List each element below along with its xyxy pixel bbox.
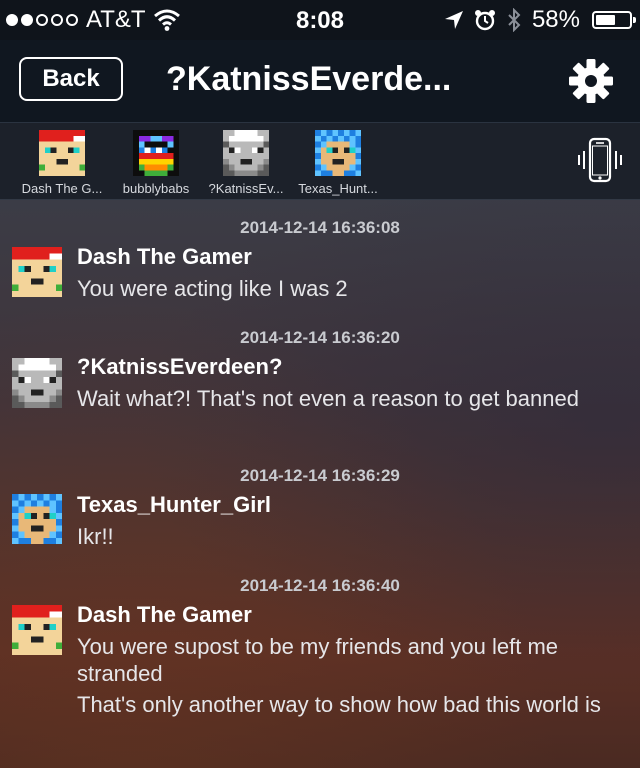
message-sender: ?KatnissEverdeen? xyxy=(77,354,283,379)
message-line: That's only another way to show how bad … xyxy=(77,692,601,717)
status-right: 58% xyxy=(444,6,636,33)
battery-icon xyxy=(592,11,636,29)
alarm-clock-icon xyxy=(474,10,495,31)
avatar-pixels xyxy=(39,130,85,176)
message-timestamp: 2014-12-14 16:36:29 xyxy=(240,466,400,485)
message-sender: Dash The Gamer xyxy=(77,244,252,269)
signal-dot xyxy=(21,14,33,26)
message-sender: Dash The Gamer xyxy=(77,602,252,627)
battery-level xyxy=(596,15,615,25)
status-bar: AT&T 8:08 58% xyxy=(0,0,640,40)
back-button[interactable]: Back xyxy=(19,57,123,101)
avatar-pixels xyxy=(12,358,62,408)
chat-transcript[interactable]: 2014-12-14 16:36:08 Dash The Gamer You w… xyxy=(0,200,640,768)
phone-vibrate-icon[interactable] xyxy=(576,137,624,185)
participant-item[interactable]: ?KatnissEv... xyxy=(201,130,291,196)
participant-name: bubblybabs xyxy=(122,181,190,196)
participant-name: Dash The G... xyxy=(21,181,103,196)
signal-dot xyxy=(66,14,78,26)
message-line: Wait what?! That's not even a reason to … xyxy=(77,386,579,411)
avatar[interactable] xyxy=(12,494,62,544)
message-timestamp: 2014-12-14 16:36:20 xyxy=(240,328,400,347)
participant-item[interactable]: Texas_Hunt... xyxy=(293,130,383,196)
bluetooth-icon xyxy=(508,8,521,32)
message-body: Ikr!! xyxy=(77,523,622,550)
participant-item[interactable]: bubblybabs xyxy=(111,130,201,196)
participant-item[interactable]: Dash The G... xyxy=(17,130,107,196)
avatar xyxy=(39,130,85,176)
avatar[interactable] xyxy=(12,605,62,655)
signal-dot xyxy=(51,14,63,26)
message-body: Wait what?! That's not even a reason to … xyxy=(77,385,622,412)
message-line: Ikr!! xyxy=(77,524,114,549)
message-body: You were acting like I was 2 xyxy=(77,275,622,302)
gear-icon[interactable] xyxy=(568,58,614,104)
page-title: ?KatnissEverde... xyxy=(166,60,452,98)
message-sender: Texas_Hunter_Girl xyxy=(77,492,272,517)
avatar[interactable] xyxy=(12,358,62,408)
message-body: You were supost to be my friends and you… xyxy=(77,633,622,718)
participants-bar: Dash The G... bubblybabs ?KatnissEv... T… xyxy=(0,123,640,200)
avatar-pixels xyxy=(133,130,179,176)
carrier-name: AT&T xyxy=(86,6,146,33)
avatar xyxy=(133,130,179,176)
battery-percent: 58% xyxy=(531,6,580,33)
message-timestamp: 2014-12-14 16:36:08 xyxy=(240,218,400,237)
participant-name: Texas_Hunt... xyxy=(298,181,378,196)
signal-dot xyxy=(6,14,18,26)
message-line: You were supost to be my friends and you… xyxy=(77,634,559,686)
location-arrow-icon xyxy=(444,11,463,29)
avatar xyxy=(223,130,269,176)
avatar-pixels xyxy=(12,247,62,297)
avatar[interactable] xyxy=(12,247,62,297)
signal-dot xyxy=(36,14,48,26)
avatar-pixels xyxy=(12,494,62,544)
message-timestamp: 2014-12-14 16:36:40 xyxy=(240,576,400,595)
status-left: AT&T xyxy=(6,6,180,33)
signal-strength-indicator xyxy=(6,14,78,26)
participant-name: ?KatnissEv... xyxy=(208,181,284,196)
avatar-pixels xyxy=(12,605,62,655)
avatar xyxy=(315,130,361,176)
message-line: You were acting like I was 2 xyxy=(77,276,348,301)
avatar-pixels xyxy=(315,130,361,176)
app-root: AT&T 8:08 58% Back ?KatnissEverde... Das… xyxy=(0,0,640,768)
navigation-bar: Back ?KatnissEverde... xyxy=(0,40,640,123)
avatar-pixels xyxy=(223,130,269,176)
wifi-icon xyxy=(153,9,180,31)
